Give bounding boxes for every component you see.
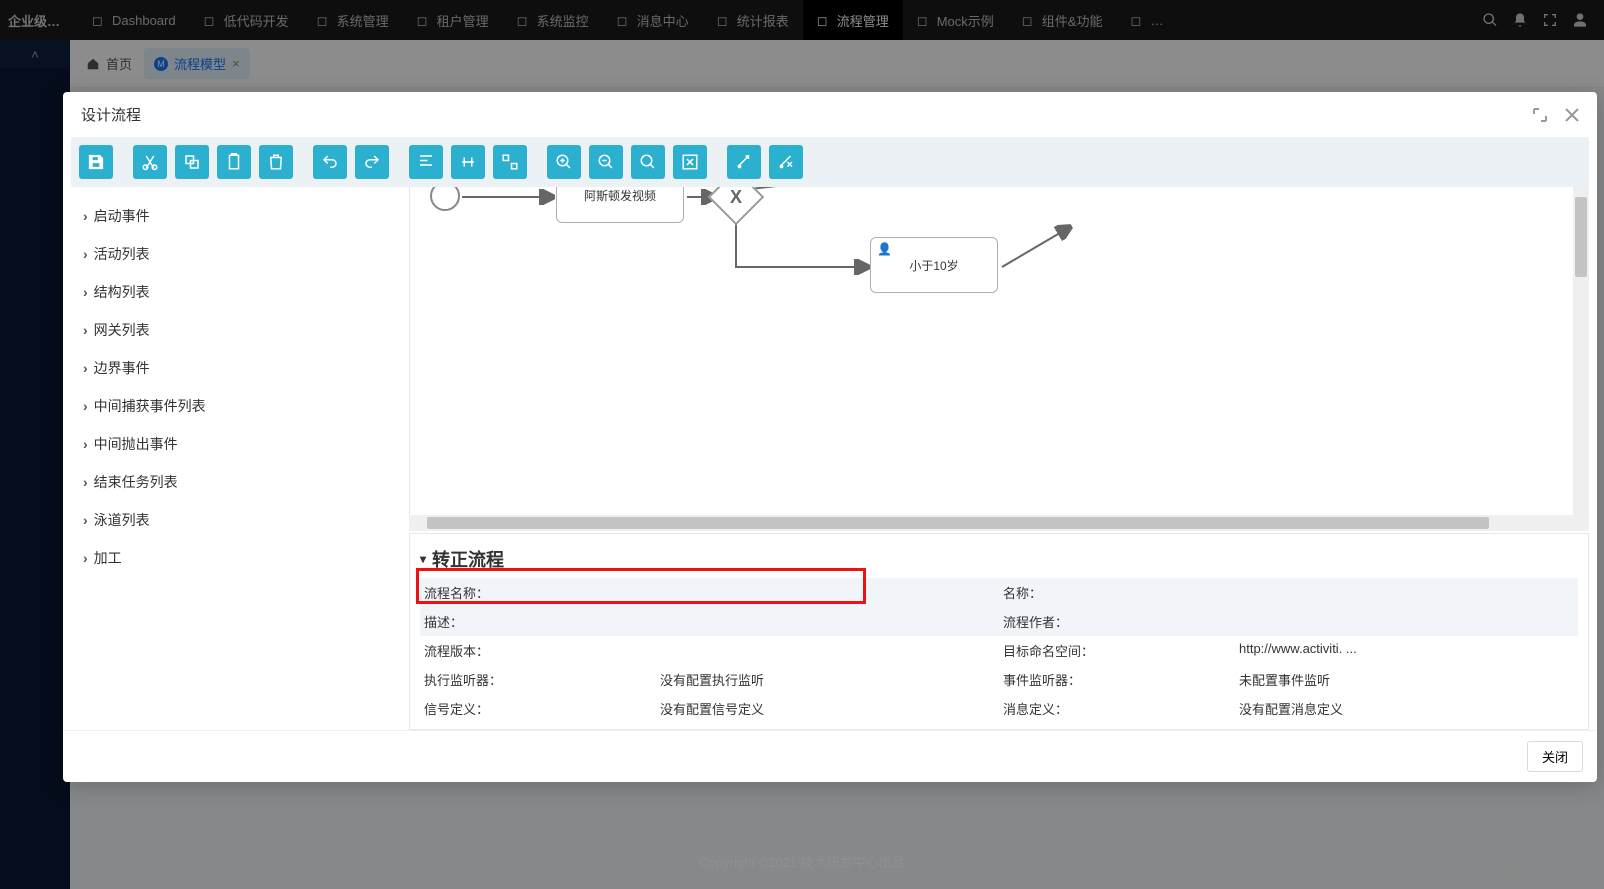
palette-item[interactable]: 泳道列表 xyxy=(79,501,401,539)
zoom-out-button[interactable] xyxy=(589,145,623,179)
property-label: 流程作者： xyxy=(1003,612,1223,631)
property-label: 执行监听器： xyxy=(424,670,644,689)
bpmn-task-2-label: 小于10岁 xyxy=(871,238,997,292)
designer-toolbar xyxy=(71,137,1589,187)
property-row[interactable]: 名称： xyxy=(999,578,1578,607)
redo-button[interactable] xyxy=(355,145,389,179)
copy-button[interactable] xyxy=(175,145,209,179)
palette-item[interactable]: 结构列表 xyxy=(79,273,401,311)
bpmn-edges xyxy=(410,187,1589,515)
property-row[interactable]: 描述： xyxy=(420,607,999,636)
properties-section-title[interactable]: 转正流程 xyxy=(420,542,1578,578)
modal-maximize-icon[interactable] xyxy=(1533,108,1547,122)
zoom-in-button[interactable] xyxy=(547,145,581,179)
bpmn-task-2[interactable]: 👤 小于10岁 xyxy=(870,237,998,293)
property-row[interactable]: 流程名称： xyxy=(420,578,999,607)
undo-button[interactable] xyxy=(313,145,347,179)
palette-item[interactable]: 结束任务列表 xyxy=(79,463,401,501)
modal-overlay: 设计流程 xyxy=(0,0,1604,889)
modal-close-icon[interactable] xyxy=(1565,108,1579,122)
property-label: 事件监听器： xyxy=(1003,670,1223,689)
property-label: 目标命名空间： xyxy=(1003,641,1223,660)
property-label: 流程名称： xyxy=(424,583,644,602)
property-value: 没有配置执行监听 xyxy=(660,670,764,689)
canvas-horizontal-scrollbar[interactable] xyxy=(409,515,1589,531)
property-value: http://www.activiti. ... xyxy=(1239,641,1357,660)
properties-panel: 转正流程 流程名称： 名称： 描述： 流程作者： 流程版本： 目标命名空间： http://… xyxy=(409,533,1589,730)
property-label: 描述： xyxy=(424,612,644,631)
cut-button[interactable] xyxy=(133,145,167,179)
bendpoint-remove-button[interactable] xyxy=(769,145,803,179)
shape-palette: 启动事件活动列表结构列表网关列表边界事件中间捕获事件列表中间抛出事件结束任务列表… xyxy=(71,187,409,730)
zoom-fit-button[interactable] xyxy=(673,145,707,179)
palette-item[interactable]: 活动列表 xyxy=(79,235,401,273)
zoom-reset-button[interactable] xyxy=(631,145,665,179)
property-value: 没有配置消息定义 xyxy=(1239,699,1343,718)
save-button[interactable] xyxy=(79,145,113,179)
property-label: 名称： xyxy=(1003,583,1223,602)
property-row[interactable]: 流程作者： xyxy=(999,607,1578,636)
delete-button[interactable] xyxy=(259,145,293,179)
palette-item[interactable]: 中间抛出事件 xyxy=(79,425,401,463)
close-button[interactable]: 关闭 xyxy=(1527,741,1583,772)
modal-title: 设计流程 xyxy=(81,104,141,125)
property-value: 没有配置信号定义 xyxy=(660,699,764,718)
property-row[interactable]: 执行监听器： 没有配置执行监听 xyxy=(420,665,999,694)
paste-button[interactable] xyxy=(217,145,251,179)
design-process-modal: 设计流程 xyxy=(63,92,1597,782)
bendpoint-add-button[interactable] xyxy=(727,145,761,179)
bpmn-canvas[interactable]: 阿斯顿发视频 X 👤 小于10岁 xyxy=(409,187,1589,515)
palette-item[interactable]: 网关列表 xyxy=(79,311,401,349)
size-button[interactable] xyxy=(493,145,527,179)
property-label: 信号定义： xyxy=(424,699,644,718)
palette-item[interactable]: 中间捕获事件列表 xyxy=(79,387,401,425)
palette-item[interactable]: 启动事件 xyxy=(79,197,401,235)
property-label: 流程版本： xyxy=(424,641,644,660)
property-row[interactable]: 流程版本： xyxy=(420,636,999,665)
watermark-text: CSDN @BabyMonkeyA xyxy=(1467,869,1594,883)
palette-item[interactable]: 边界事件 xyxy=(79,349,401,387)
palette-item[interactable]: 加工 xyxy=(79,539,401,577)
property-row[interactable]: 消息定义： 没有配置消息定义 xyxy=(999,694,1578,723)
bpmn-task-1-label: 阿斯顿发视频 xyxy=(557,187,683,222)
property-value: 未配置事件监听 xyxy=(1239,670,1330,689)
property-row[interactable]: 信号定义： 没有配置信号定义 xyxy=(420,694,999,723)
bpmn-task-1[interactable]: 阿斯顿发视频 xyxy=(556,187,684,223)
property-label: 消息定义： xyxy=(1003,699,1223,718)
distribute-button[interactable] xyxy=(451,145,485,179)
property-row[interactable]: 目标命名空间： http://www.activiti. ... xyxy=(999,636,1578,665)
align-button[interactable] xyxy=(409,145,443,179)
copyright-text: Copyright ©2021 技术研发中心出品 xyxy=(699,852,904,871)
property-row[interactable]: 事件监听器： 未配置事件监听 xyxy=(999,665,1578,694)
canvas-vertical-scrollbar[interactable] xyxy=(1573,187,1589,515)
